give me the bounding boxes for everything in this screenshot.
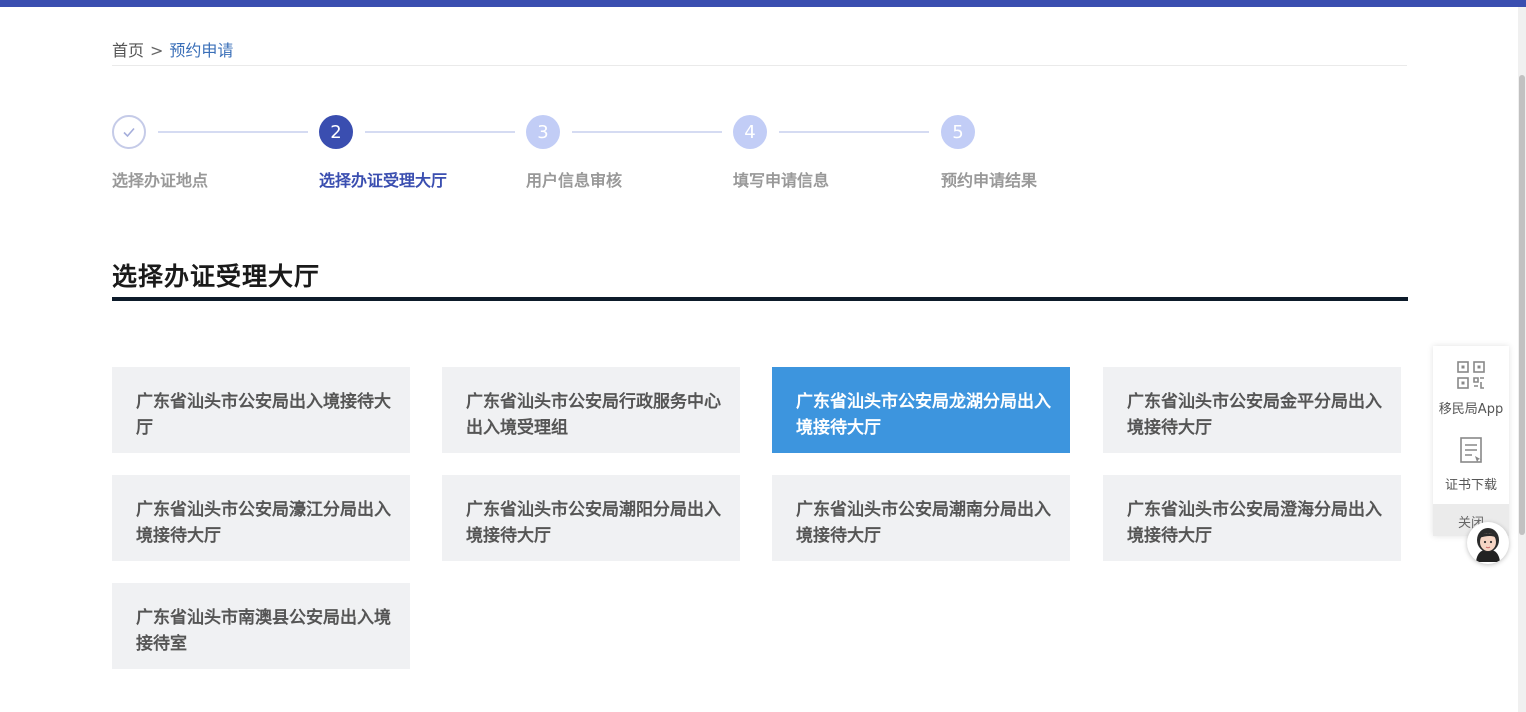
step-3-label: 用户信息审核 (526, 171, 623, 190)
hall-option[interactable]: 广东省汕头市公安局潮阳分局出入境接待大厅 (442, 475, 740, 561)
breadcrumb-home[interactable]: 首页 (112, 41, 144, 60)
hall-option[interactable]: 广东省汕头市公安局出入境接待大厅 (112, 367, 410, 453)
app-download-link[interactable]: 移民局App (1433, 360, 1509, 417)
app-label: 移民局App (1438, 402, 1504, 417)
scrollbar-thumb[interactable] (1519, 75, 1525, 535)
step-3-connector (572, 131, 722, 133)
step-2-connector (365, 131, 515, 133)
step-1-connector (158, 131, 308, 133)
hall-option[interactable]: 广东省汕头市南澳县公安局出入境接待室 (112, 583, 410, 669)
hall-option-selected[interactable]: 广东省汕头市公安局龙湖分局出入境接待大厅 (772, 367, 1070, 453)
breadcrumb-current: 预约申请 (169, 41, 234, 60)
breadcrumb-divider (112, 65, 1407, 66)
section-title: 选择办证受理大厅 (112, 262, 321, 291)
step-1-check-icon (112, 115, 146, 149)
step-1-label: 选择办证地点 (112, 171, 209, 190)
customer-service-avatar[interactable] (1467, 522, 1509, 564)
step-3-number: 3 (526, 115, 560, 149)
hall-option[interactable]: 广东省汕头市公安局澄海分局出入境接待大厅 (1103, 475, 1401, 561)
floating-side-panel: 移民局App 证书下载 关闭 (1433, 346, 1509, 536)
scrollbar[interactable] (1518, 7, 1526, 712)
certificate-label: 证书下载 (1444, 478, 1497, 493)
hall-option[interactable]: 广东省汕头市公安局潮南分局出入境接待大厅 (772, 475, 1070, 561)
hall-option[interactable]: 广东省汕头市公安局金平分局出入境接待大厅 (1103, 367, 1401, 453)
step-5-label: 预约申请结果 (941, 171, 1038, 190)
top-accent-bar (0, 0, 1526, 7)
certificate-icon (1433, 436, 1509, 470)
breadcrumb-separator: > (150, 41, 164, 60)
step-4-number: 4 (733, 115, 767, 149)
step-2-label: 选择办证受理大厅 (319, 171, 448, 190)
breadcrumb: 首页 > 预约申请 (112, 37, 233, 61)
hall-option[interactable]: 广东省汕头市公安局行政服务中心出入境受理组 (442, 367, 740, 453)
hall-option[interactable]: 广东省汕头市公安局濠江分局出入境接待大厅 (112, 475, 410, 561)
step-4-connector (779, 131, 929, 133)
section-divider (112, 297, 1408, 301)
assistant-avatar-icon (1468, 523, 1508, 563)
step-4-label: 填写申请信息 (733, 171, 830, 190)
certificate-download-link[interactable]: 证书下载 (1433, 436, 1509, 493)
progress-steps: 选择办证地点 2 选择办证受理大厅 3 用户信息审核 4 填写申请信息 5 预约… (112, 115, 1112, 195)
step-5-number: 5 (941, 115, 975, 149)
step-2-number: 2 (319, 115, 353, 149)
qr-code-icon (1433, 360, 1509, 394)
